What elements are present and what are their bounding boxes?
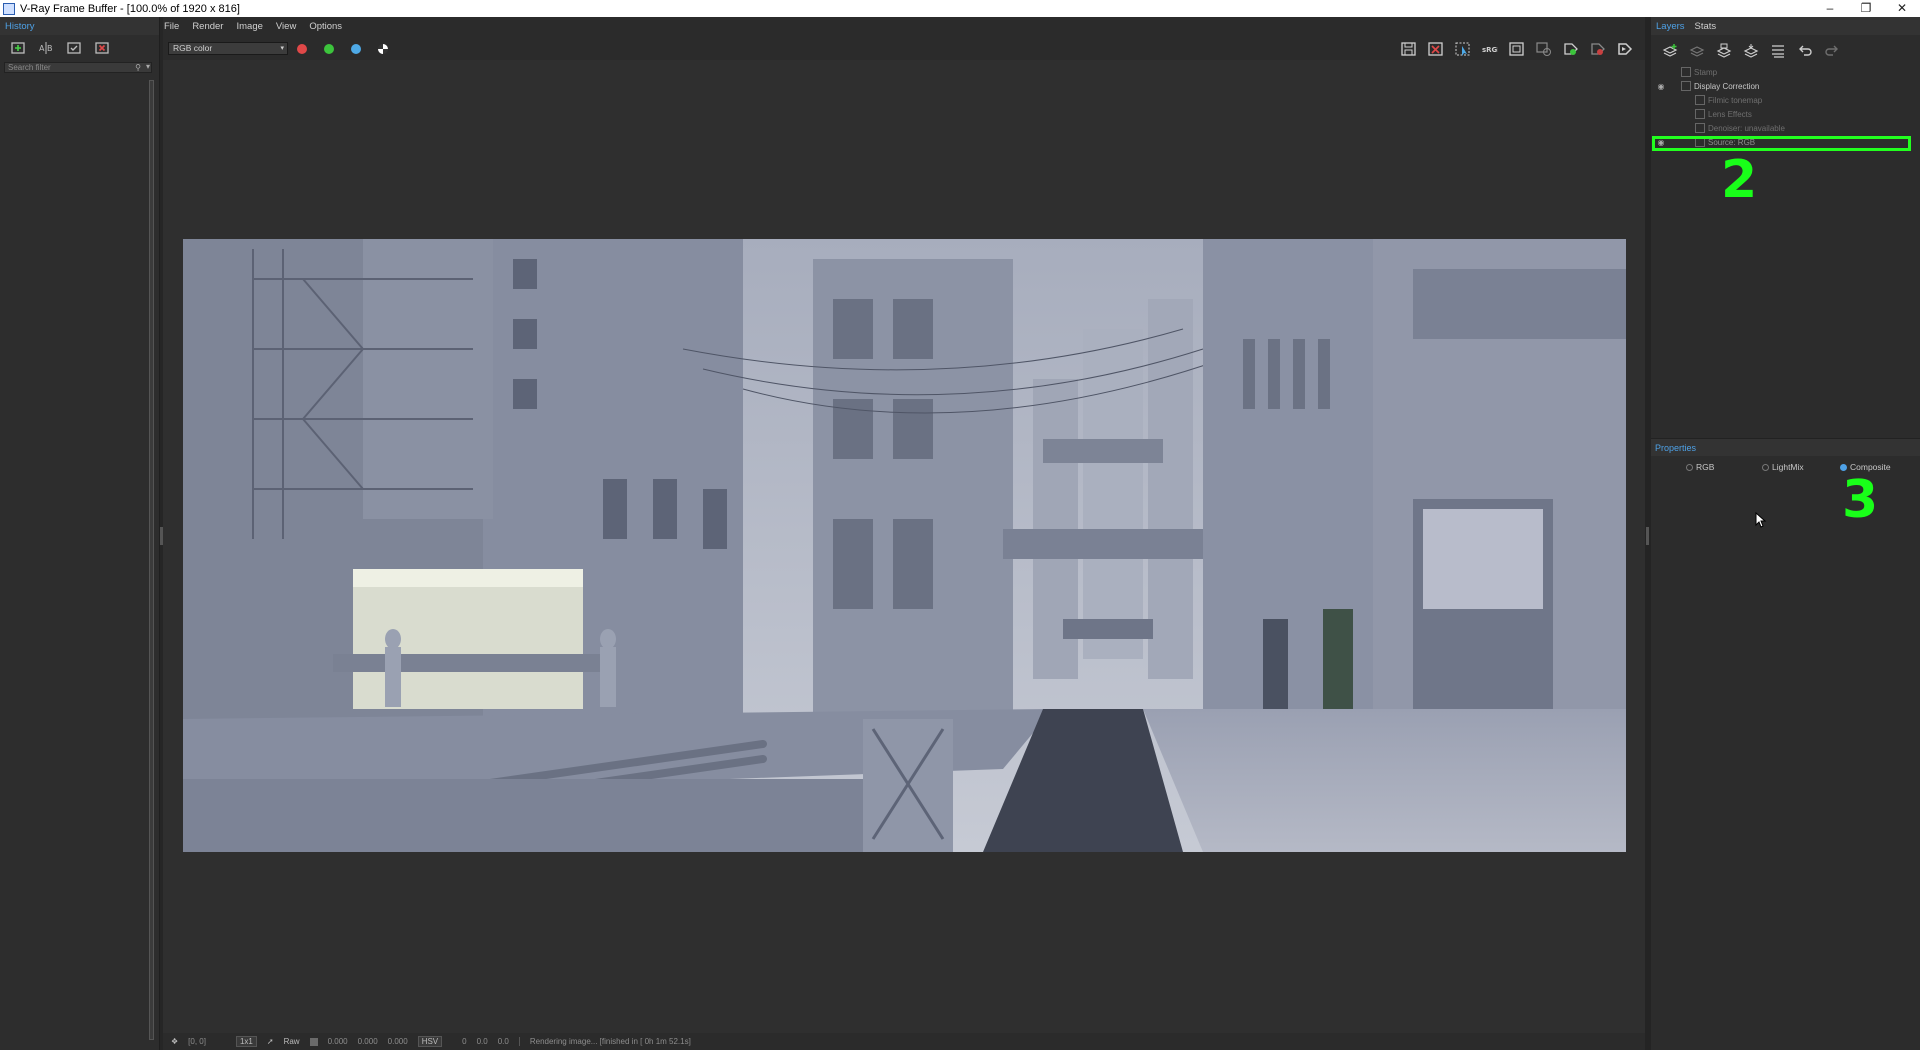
value-b: 0.000 bbox=[387, 1037, 408, 1046]
clear-image-icon[interactable] bbox=[1425, 40, 1445, 58]
layers-panel: Layers Stats Stamp ◉ Display Correction … bbox=[1651, 17, 1920, 1050]
color-swatch bbox=[309, 1037, 318, 1046]
tab-layers[interactable]: Layers bbox=[1651, 21, 1690, 32]
mouse-cursor-icon bbox=[1755, 512, 1767, 528]
menu-view[interactable]: View bbox=[276, 21, 296, 32]
frame-buffer-toolbar: RGB color ▾ sRGB bbox=[164, 38, 1644, 60]
menu-file[interactable]: File bbox=[164, 21, 179, 32]
render-icon[interactable] bbox=[1614, 40, 1634, 58]
green-channel-button[interactable] bbox=[324, 44, 334, 54]
history-scrollbar[interactable] bbox=[149, 80, 154, 1040]
layer-lens-effects[interactable]: Lens Effects bbox=[1653, 107, 1915, 121]
pick-color-icon[interactable]: ❖ bbox=[171, 1037, 178, 1046]
radio-lightmix[interactable]: LightMix bbox=[1762, 462, 1804, 472]
save-layers-icon[interactable] bbox=[1710, 41, 1737, 61]
value-v: 0.0 bbox=[497, 1037, 509, 1046]
value-h: 0 bbox=[462, 1037, 467, 1046]
layer-display-correction[interactable]: ◉ Display Correction bbox=[1653, 79, 1915, 93]
save-image-icon[interactable] bbox=[1398, 40, 1418, 58]
window-title-bar: V-Ray Frame Buffer - [100.0% of 1920 x 8… bbox=[0, 0, 1920, 17]
layer-list-icon[interactable] bbox=[1764, 41, 1791, 61]
raw-label: Raw bbox=[283, 1037, 300, 1046]
interactive-render-icon[interactable] bbox=[1560, 40, 1580, 58]
radio-rgb[interactable]: RGB bbox=[1686, 462, 1714, 472]
render-image[interactable] bbox=[183, 239, 1626, 852]
minimize-button[interactable]: – bbox=[1812, 0, 1848, 17]
layer-label: Display Correction bbox=[1694, 81, 1760, 91]
channel-select[interactable]: RGB color ▾ bbox=[168, 42, 288, 55]
red-channel-button[interactable] bbox=[297, 44, 307, 54]
history-panel: History AB Search filter ⚲ ▾ bbox=[0, 17, 160, 1050]
value-r: 0.000 bbox=[327, 1037, 348, 1046]
remove-layer-icon[interactable] bbox=[1683, 41, 1710, 61]
value-g: 0.000 bbox=[357, 1037, 378, 1046]
layer-label: Filmic tonemap bbox=[1708, 95, 1763, 105]
radio-indicator bbox=[1762, 463, 1769, 471]
svg-text:A: A bbox=[39, 44, 45, 53]
color-space-select[interactable]: HSV bbox=[417, 1036, 443, 1047]
maximize-button[interactable]: ❐ bbox=[1848, 0, 1884, 17]
compare-ab-icon[interactable]: AB bbox=[36, 38, 56, 58]
layer-label: Stamp bbox=[1694, 67, 1718, 77]
window-title: V-Ray Frame Buffer - [100.0% of 1920 x 8… bbox=[20, 2, 240, 15]
menu-render[interactable]: Render bbox=[192, 21, 223, 32]
layer-label: Denoiser: unavailable bbox=[1708, 123, 1785, 133]
menu-image[interactable]: Image bbox=[236, 21, 262, 32]
radio-indicator bbox=[1686, 463, 1693, 471]
region-render-icon[interactable] bbox=[1506, 40, 1526, 58]
layers-toolbar bbox=[1651, 39, 1845, 63]
zoom-select[interactable]: 1x1 bbox=[235, 1036, 257, 1047]
tab-stats[interactable]: Stats bbox=[1690, 21, 1722, 32]
value-s: 0.0 bbox=[476, 1037, 488, 1046]
stop-render-icon[interactable] bbox=[1587, 40, 1607, 58]
eye-icon[interactable]: ◉ bbox=[1653, 82, 1669, 91]
track-mouse-icon[interactable] bbox=[1452, 40, 1472, 58]
history-toolbar: AB bbox=[0, 35, 159, 60]
chevron-down-icon: ▾ bbox=[280, 45, 284, 52]
menu-bar: File Render Image View Options bbox=[164, 17, 355, 35]
vray-app-icon bbox=[3, 2, 15, 15]
status-bar: ❖ [0, 0] 1x1 ➚ Raw 0.000 0.000 0.000 HSV… bbox=[163, 1033, 1645, 1050]
checkbox[interactable] bbox=[1695, 109, 1705, 119]
menu-options[interactable]: Options bbox=[309, 21, 342, 32]
rendered-city-scene bbox=[183, 239, 1626, 852]
checkbox[interactable] bbox=[1681, 81, 1691, 91]
annotation-marker-2: 2 bbox=[1721, 150, 1758, 210]
svg-text:sRGB: sRGB bbox=[1482, 46, 1498, 54]
history-search-input[interactable]: Search filter ⚲ ▾ bbox=[4, 62, 152, 73]
svg-text:B: B bbox=[47, 44, 53, 53]
properties-header: Properties bbox=[1651, 438, 1920, 456]
add-layer-icon[interactable] bbox=[1656, 41, 1683, 61]
channel-select-value: RGB color bbox=[173, 43, 213, 53]
search-placeholder: Search filter bbox=[8, 63, 51, 72]
save-history-icon[interactable] bbox=[64, 38, 84, 58]
render-status: Rendering image... [finished in [ 0h 1m … bbox=[518, 1037, 691, 1046]
chevron-down-icon[interactable]: ▾ bbox=[146, 62, 150, 71]
layer-label: Lens Effects bbox=[1708, 109, 1752, 119]
tab-history[interactable]: History bbox=[0, 21, 40, 32]
pixel-coords: [0, 0] bbox=[188, 1037, 206, 1046]
blue-channel-button[interactable] bbox=[351, 44, 361, 54]
radio-label: RGB bbox=[1696, 462, 1715, 472]
mono-channel-button[interactable] bbox=[378, 44, 388, 54]
annotation-marker-3: 3 bbox=[1842, 470, 1879, 530]
lens-effects-icon[interactable] bbox=[1533, 40, 1553, 58]
load-history-icon[interactable] bbox=[8, 38, 28, 58]
load-layers-icon[interactable] bbox=[1737, 41, 1764, 61]
radio-label: LightMix bbox=[1772, 462, 1804, 472]
checkbox[interactable] bbox=[1695, 123, 1705, 133]
sRGB-icon[interactable]: sRGB bbox=[1479, 40, 1499, 58]
layer-stamp[interactable]: Stamp bbox=[1653, 65, 1915, 79]
checkbox[interactable] bbox=[1695, 95, 1705, 105]
layer-filmic-tonemap[interactable]: Filmic tonemap bbox=[1653, 93, 1915, 107]
undo-icon[interactable] bbox=[1791, 41, 1818, 61]
close-button[interactable]: ✕ bbox=[1884, 0, 1920, 17]
redo-icon[interactable] bbox=[1818, 41, 1845, 61]
remove-history-icon[interactable] bbox=[92, 38, 112, 58]
layer-denoiser[interactable]: Denoiser: unavailable bbox=[1653, 121, 1915, 135]
checkbox[interactable] bbox=[1681, 67, 1691, 77]
color-picker-icon[interactable]: ➚ bbox=[267, 1037, 274, 1046]
search-icon[interactable]: ⚲ bbox=[135, 63, 141, 72]
selection-highlight-box bbox=[1652, 136, 1911, 151]
